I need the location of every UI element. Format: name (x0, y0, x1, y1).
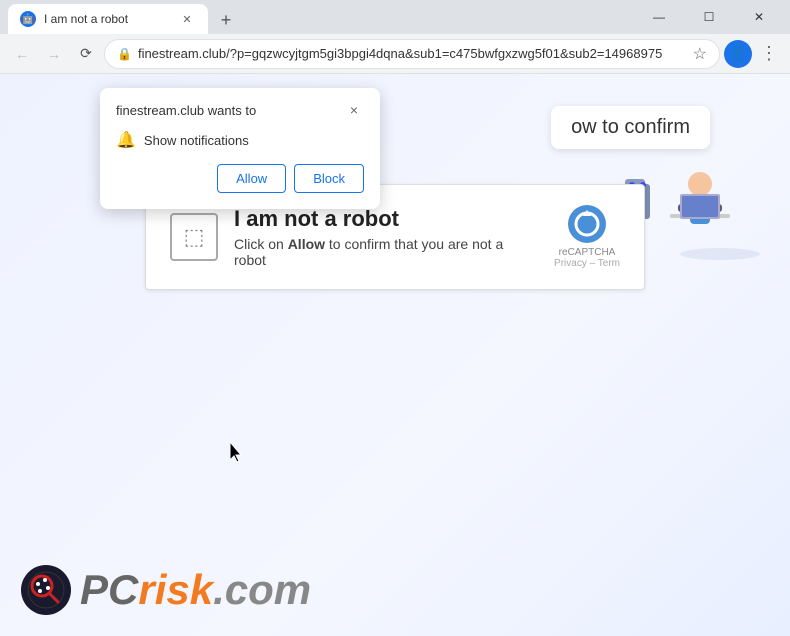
confirm-text: ow to confirm (571, 116, 690, 138)
popup-header: finestream.club wants to × (116, 100, 364, 120)
robot-text-area: I am not a robot Click on Allow to confi… (234, 206, 538, 268)
recaptcha-label: reCAPTCHA (559, 247, 616, 258)
popup-permission-row: 🔔 Show notifications (116, 130, 364, 150)
menu-button[interactable]: ⋮ (756, 43, 782, 64)
recaptcha-badge: reCAPTCHA Privacy – Term (554, 205, 620, 269)
active-tab[interactable]: 🤖 I am not a robot ✕ (8, 4, 208, 34)
block-button[interactable]: Block (294, 164, 364, 193)
tab-title: I am not a robot (44, 12, 170, 26)
reload-button[interactable]: ⟳ (72, 40, 100, 68)
recaptcha-logo (568, 205, 606, 243)
subtitle-prefix: Click on (234, 236, 288, 252)
url-text: finestream.club/?p=gqzwcyjtgm5gi3bpgi4dq… (138, 46, 687, 61)
window-controls: — ☐ ✕ (636, 0, 782, 34)
lock-icon: 🔒 (117, 47, 132, 61)
forward-button[interactable]: → (40, 40, 68, 68)
popup-close-button[interactable]: × (344, 100, 364, 120)
pcrisk-watermark: PCrisk.com (20, 564, 311, 616)
robot-icon: ⬚ (184, 224, 205, 250)
minimize-button[interactable]: — (636, 0, 682, 34)
popup-site-name: finestream.club wants to (116, 103, 256, 118)
bell-icon: 🔔 (116, 130, 136, 150)
profile-icon: 👤 (729, 45, 746, 62)
tab-strip: 🤖 I am not a robot ✕ + (8, 0, 636, 34)
address-bar[interactable]: 🔒 finestream.club/?p=gqzwcyjtgm5gi3bpgi4… (104, 39, 720, 69)
popup-actions: Allow Block (116, 164, 364, 193)
browser-content: ow to confirm finestream.club wants to ×… (0, 74, 790, 636)
notification-popup: finestream.club wants to × 🔔 Show notifi… (100, 88, 380, 209)
allow-button[interactable]: Allow (217, 164, 286, 193)
pcrisk-logo-icon (20, 564, 72, 616)
permission-label: Show notifications (144, 133, 249, 148)
bookmark-icon[interactable]: ☆ (693, 44, 707, 64)
new-tab-button[interactable]: + (212, 6, 240, 34)
recaptcha-links: Privacy – Term (554, 258, 620, 269)
close-button[interactable]: ✕ (736, 0, 782, 34)
titlebar: 🤖 I am not a robot ✕ + — ☐ ✕ (0, 0, 790, 34)
maximize-button[interactable]: ☐ (686, 0, 732, 34)
tab-favicon: 🤖 (20, 11, 36, 27)
confirm-banner: ow to confirm (551, 106, 710, 149)
risk-text: risk (138, 566, 213, 613)
robot-icon-box: ⬚ (170, 213, 218, 261)
back-button[interactable]: ← (8, 40, 36, 68)
pcrisk-text: PCrisk.com (80, 569, 311, 611)
profile-button[interactable]: 👤 (724, 40, 752, 68)
pc-text: PC (80, 566, 138, 613)
robot-subtitle: Click on Allow to confirm that you are n… (234, 236, 538, 268)
com-text: .com (213, 566, 311, 613)
address-bar-container: ← → ⟳ 🔒 finestream.club/?p=gqzwcyjtgm5gi… (0, 34, 790, 74)
subtitle-allow: Allow (288, 236, 325, 252)
tab-close-button[interactable]: ✕ (178, 10, 196, 28)
robot-title: I am not a robot (234, 206, 538, 232)
